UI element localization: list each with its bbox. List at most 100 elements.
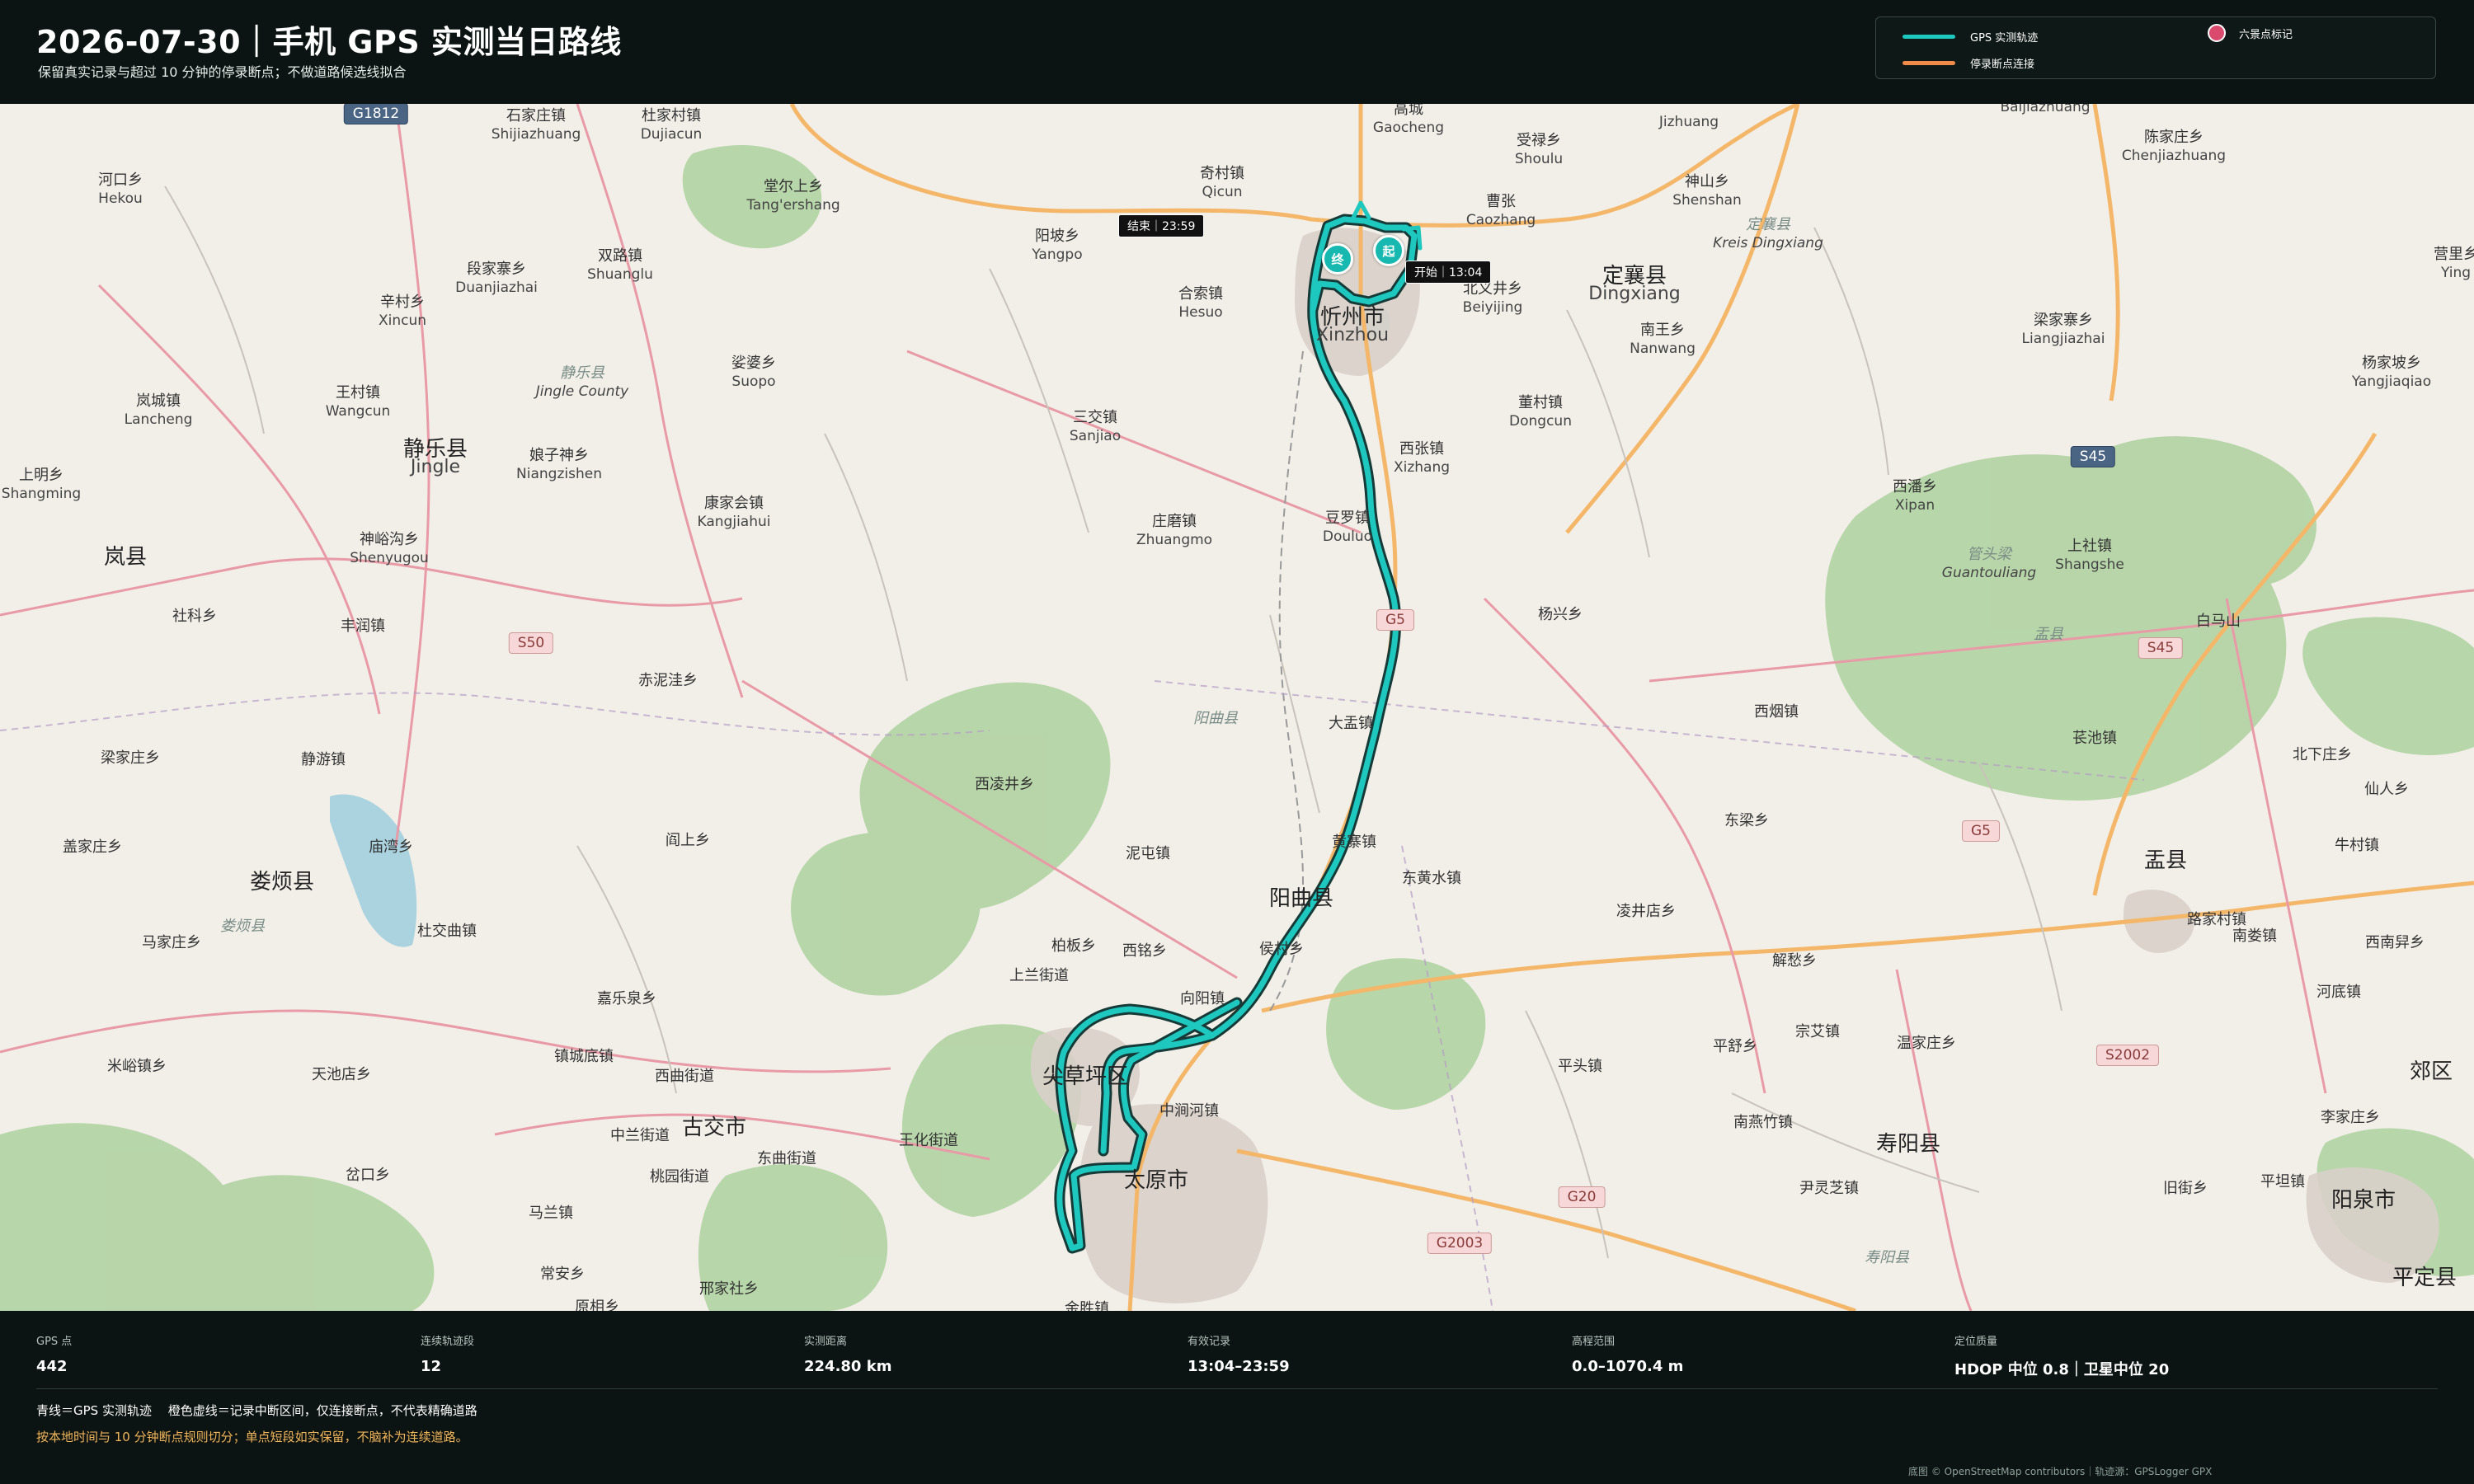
place-zh: 路家村镇 (2187, 911, 2246, 928)
legend-label-gap-connector: 停录断点连接 (1970, 59, 2035, 71)
place-pinyin: Suopo (731, 373, 776, 390)
city-zh: 尖草坪区 (1042, 1064, 1129, 1089)
city-zh: 盂县 (2143, 848, 2188, 873)
place-zh: 岔口乡 (346, 1167, 390, 1184)
county-pinyin: Guantouliang (1941, 565, 2037, 581)
place-label: 黄寨镇 (1332, 834, 1376, 852)
urban-areas (1031, 228, 2439, 1303)
road-shield-g1812: G1812 (343, 104, 409, 124)
place-label: 盖家庄乡 (63, 838, 122, 857)
place-label: 西南舁乡 (2365, 934, 2425, 952)
stat-value: HDOP 中位 0.8｜卫星中位 20 (1954, 1361, 2170, 1378)
place-label: 嘉乐泉乡 (597, 990, 656, 1008)
place-label: 苌池镇 (2072, 730, 2117, 748)
county-label: 娄烦县 (220, 918, 265, 936)
place-zh: 中涧河镇 (1159, 1102, 1219, 1120)
place-zh: 上兰街道 (1009, 967, 1069, 984)
stat-label: GPS 点 (36, 1336, 73, 1348)
city-label: 寿阳县 (1876, 1134, 1940, 1155)
place-label: 河底镇 (2316, 984, 2361, 1002)
legend-label-gps-track: GPS 实测轨迹 (1970, 32, 2039, 45)
county-zh: 管头梁 (1966, 546, 2011, 563)
place-zh: 河口乡 (98, 171, 143, 189)
place-label: 侯村乡 (1259, 941, 1304, 959)
county-label: 寿阳县 (1865, 1249, 1909, 1267)
header-bar: 2026-07-30｜手机 GPS 实测当日路线 保留真实记录与超过 10 分钟… (0, 0, 2474, 104)
place-label: 堂尔上乡 Tang'ershang (746, 178, 840, 214)
end-marker[interactable]: 终 (1322, 243, 1353, 275)
place-label: 镇城底镇 (554, 1048, 614, 1066)
place-label: 庙湾乡 (369, 838, 413, 857)
stat-elevation-range: 高程范围 0.0–1070.4 m (1572, 1332, 1683, 1375)
place-zh: 上社镇 (2067, 538, 2112, 555)
place-label: 双路镇 Shuanglu (587, 247, 653, 284)
stat-recording-time: 有效记录 13:04–23:59 (1188, 1332, 1290, 1375)
road-shield-g2003: G2003 (1427, 1233, 1493, 1254)
place-label: 南燕竹镇 (1733, 1114, 1793, 1132)
place-zh: 杨家坡乡 (2361, 355, 2421, 372)
stats-footer: GPS 点 442 连续轨迹段 12 实测距离 224.80 km 有效记录 1… (0, 1311, 2474, 1484)
county-label: 管头梁 Guantouliang (1942, 546, 2036, 582)
place-zh: 马家庄乡 (142, 934, 201, 951)
road-shield-s50: S50 (508, 632, 554, 654)
place-zh: 解愁乡 (1772, 952, 1817, 970)
place-pinyin: Xipan (1894, 497, 1935, 514)
place-zh: 梁家寨乡 (2033, 312, 2093, 329)
map-canvas[interactable]: G1812 S45 S50 S45 G5 G5 S2002 G20 G2003 … (0, 104, 2474, 1311)
place-pinyin: Dongcun (1509, 413, 1572, 430)
place-label: 宗艾镇 (1795, 1023, 1840, 1041)
place-zh: 金胜镇 (1065, 1300, 1109, 1311)
place-zh: 杨兴乡 (1538, 606, 1583, 623)
city-label: 古交市 (682, 1117, 746, 1139)
place-pinyin: Shuanglu (587, 266, 653, 283)
place-label: 杨兴乡 (1538, 606, 1583, 624)
place-pinyin: Baijiazhuang (2000, 104, 2091, 115)
place-zh: 凌井店乡 (1616, 903, 1676, 920)
place-label: 梁家庄乡 (101, 749, 160, 768)
place-zh: 白马山 (2196, 613, 2241, 630)
place-label: 西铭乡 (1122, 942, 1167, 960)
place-label: 南王乡 Nanwang (1630, 322, 1696, 358)
place-zh: 社科乡 (172, 608, 217, 625)
place-zh: 郊区 (2409, 1059, 2453, 1084)
place-zh: 娑婆乡 (731, 355, 776, 372)
start-marker[interactable]: 起 (1373, 235, 1404, 266)
place-zh: 王化街道 (899, 1132, 958, 1149)
stat-value: 224.80 km (804, 1358, 892, 1375)
road-shield-g20: G20 (1558, 1186, 1606, 1208)
county-zh: 娄烦县 (220, 918, 265, 935)
place-zh: 神峪沟乡 (359, 531, 419, 548)
city-zh: 古交市 (681, 1115, 747, 1140)
place-label: 东曲街道 (757, 1150, 816, 1168)
stat-value: 13:04–23:59 (1188, 1358, 1290, 1375)
place-zh: 尹灵芝镇 (1799, 1180, 1859, 1197)
road-shield-s2002: S2002 (2095, 1045, 2160, 1066)
place-pinyin: Shoulu (1514, 151, 1564, 167)
place-zh: 岚城镇 (136, 392, 181, 410)
city-label: 静乐县 Jingle (403, 439, 468, 477)
place-pinyin: Kangjiahui (697, 514, 771, 530)
road-shield-s45: S45 (2070, 446, 2116, 467)
place-label: 三交镇 Sanjiao (1070, 409, 1121, 445)
city-zh: 太原市 (1123, 1168, 1189, 1193)
place-pinyin: Xizhang (1393, 459, 1451, 476)
city-label: 娄烦县 (250, 871, 314, 893)
city-label: 太原市 (1124, 1170, 1188, 1191)
place-label: 金胜镇 (1065, 1300, 1109, 1311)
county-pinyin: Jingle County (535, 383, 629, 400)
place-label: 原相乡 (575, 1298, 619, 1311)
stat-value: 442 (36, 1358, 68, 1375)
place-zh: 梁家庄乡 (101, 749, 160, 767)
place-zh: 东黄水镇 (1402, 870, 1461, 887)
place-zh: 西南舁乡 (2365, 934, 2425, 951)
place-label: 娘子神乡 Niangzishen (516, 447, 602, 483)
place-zh: 阎上乡 (666, 832, 710, 849)
place-zh: 神山乡 (1685, 173, 1729, 190)
stat-label: 定位质量 (1954, 1336, 1998, 1348)
place-zh: 河底镇 (2316, 984, 2361, 1001)
place-zh: 杜交曲镇 (417, 923, 477, 940)
place-zh: 宗艾镇 (1795, 1023, 1840, 1040)
place-zh: 阳坡乡 (1035, 228, 1079, 245)
county-zh: 寿阳县 (1865, 1249, 1909, 1266)
place-label: 上明乡 Shangming (2, 467, 81, 503)
